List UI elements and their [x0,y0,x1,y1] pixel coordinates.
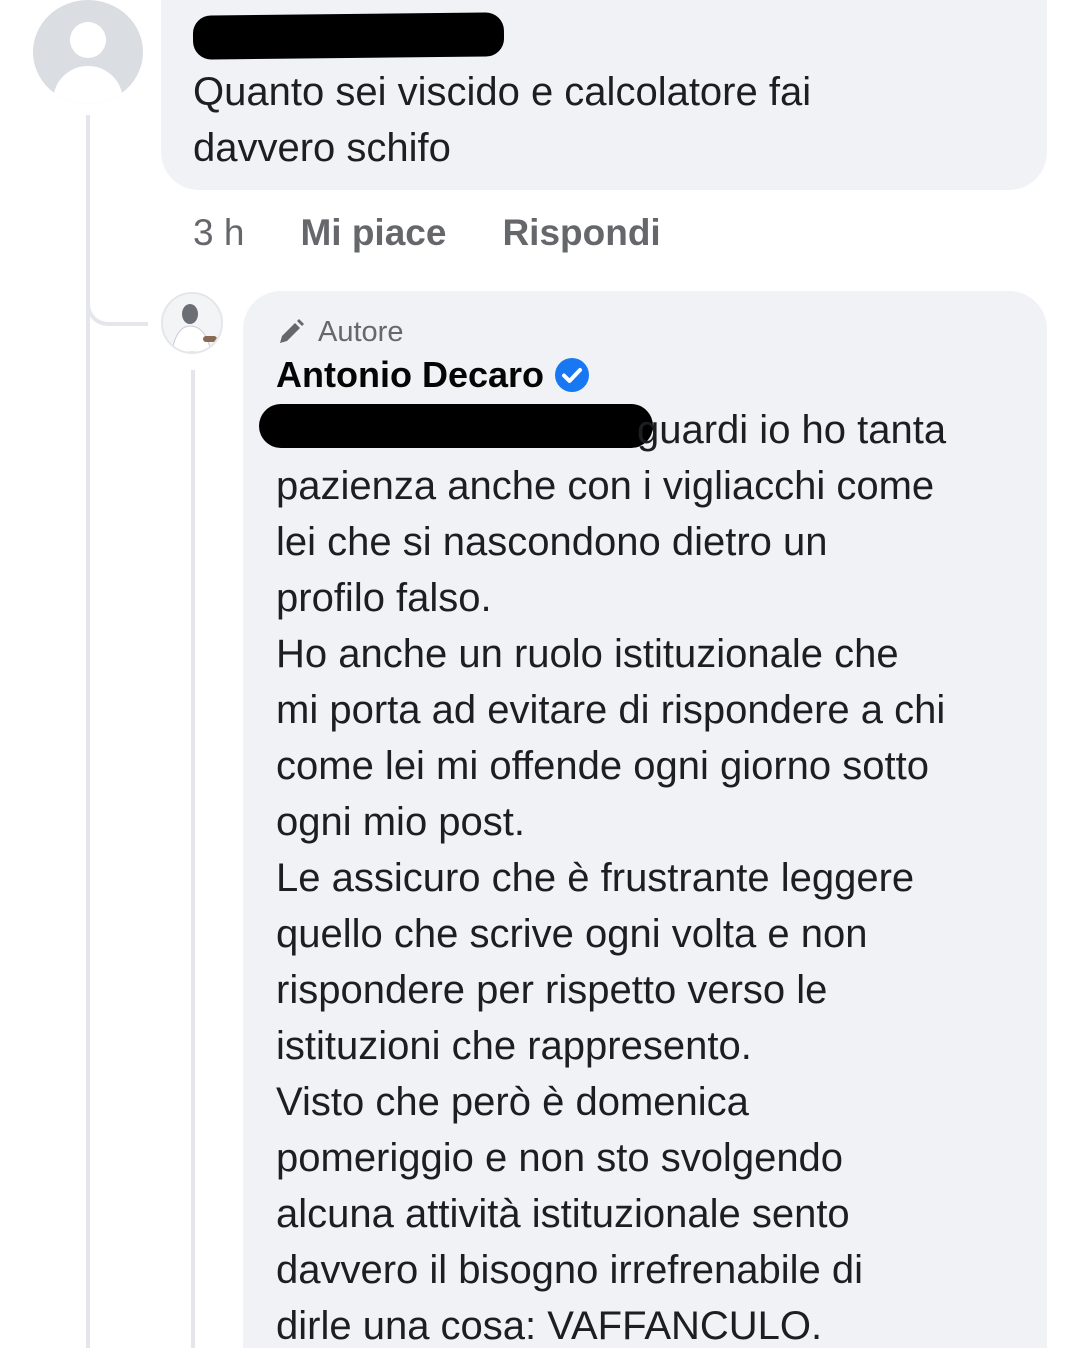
reply-thread-line [191,370,195,1348]
verified-badge-icon [555,358,590,392]
reply-first-line: guardi io ho tanta [637,408,947,452]
reply-button[interactable]: Rispondi [502,208,660,258]
author-name-link[interactable]: Antonio Decaro [276,354,544,396]
redacted-mention [259,404,653,448]
comment-actions: 3 h Mi piace Rispondi [193,208,661,258]
default-user-icon[interactable] [33,0,143,104]
top-comment-text: Quanto sei viscido e calcolatore fai dav… [193,70,812,170]
redacted-author-name [192,12,505,60]
thread-reply-connector [86,260,148,326]
author-photo-icon [163,294,221,352]
author-badge-label: Autore [318,315,404,348]
pen-icon [280,319,304,343]
comment-timestamp[interactable]: 3 h [193,208,244,258]
reply-comment-text: pazienza anche con i vigliacchi come lei… [276,464,946,1348]
avatar-head-shape [70,22,106,58]
comment-thread: Quanto sei viscido e calcolatore fai dav… [0,0,1080,1348]
avatar-shoulders-shape [53,66,123,104]
author-name-row: Antonio Decaro [276,350,590,400]
author-badge: Autore [276,312,403,352]
like-button[interactable]: Mi piace [300,208,446,258]
author-avatar[interactable] [161,292,223,354]
